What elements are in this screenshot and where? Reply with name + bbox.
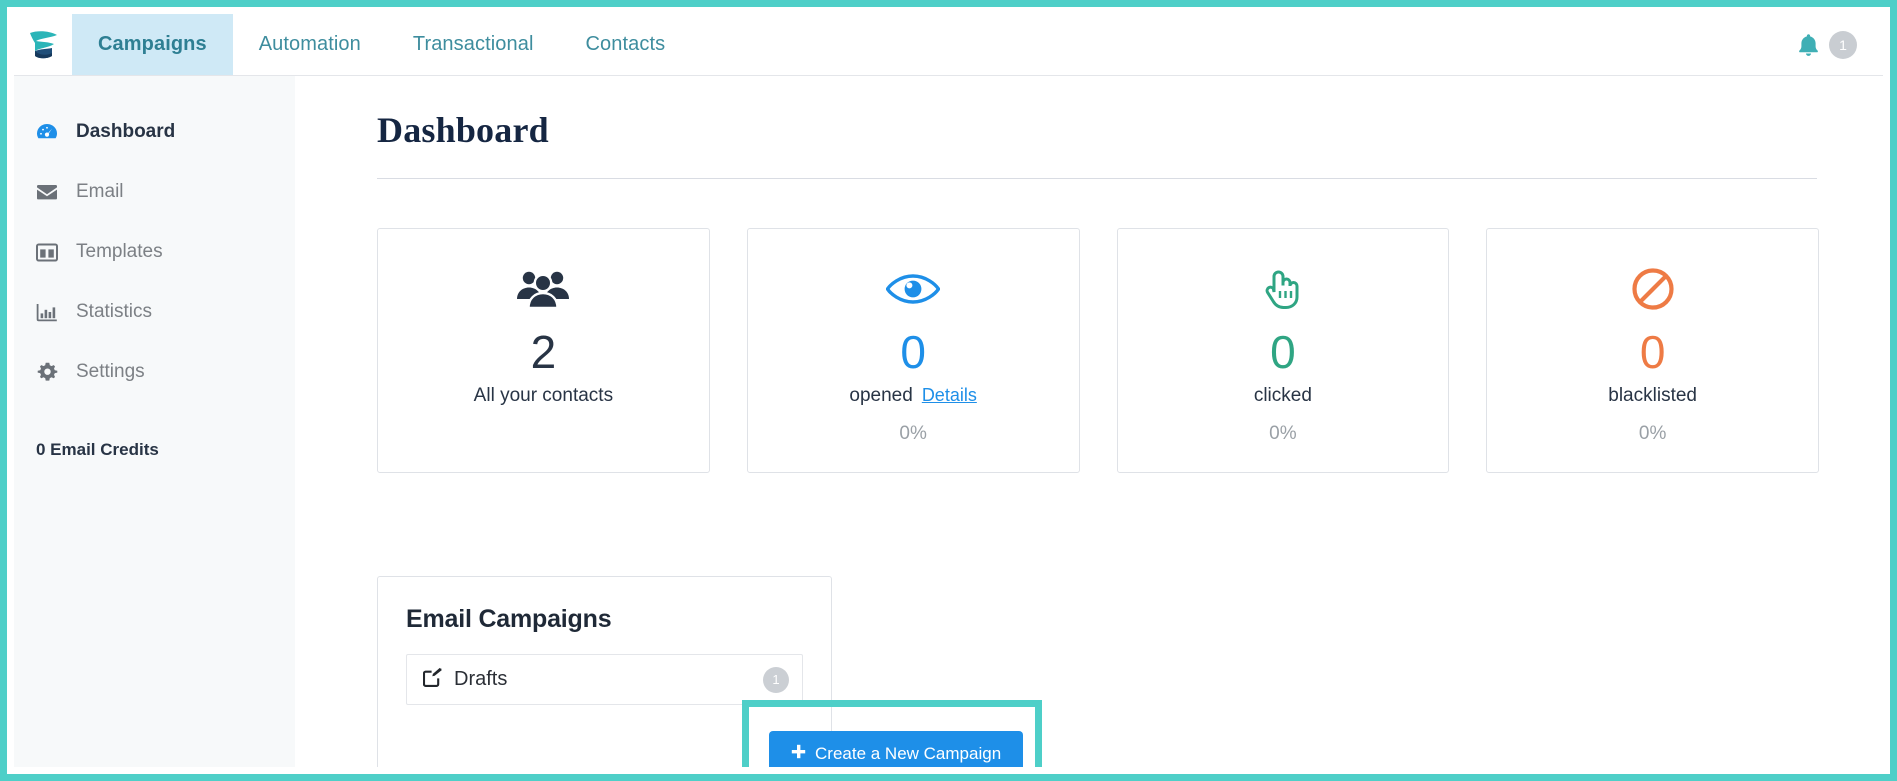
- nav-tab-campaigns-label: Campaigns: [98, 33, 207, 55]
- sidebar: Dashboard Email Templates Statistics Set…: [14, 76, 295, 767]
- main-content: Dashboard 2 All your contacts 0 opened D…: [295, 76, 1883, 767]
- nav-tab-transactional[interactable]: Transactional: [387, 14, 560, 75]
- stat-value-blacklisted: 0: [1639, 326, 1666, 378]
- opened-details-link[interactable]: Details: [922, 385, 977, 406]
- stat-card-clicked[interactable]: 0 clicked 0%: [1116, 228, 1450, 473]
- sendinblue-logo-icon[interactable]: [14, 14, 72, 75]
- stat-label-clicked: clicked: [1253, 385, 1312, 406]
- stat-card-blacklisted[interactable]: 0 blacklisted 0%: [1486, 228, 1819, 473]
- sidebar-item-email-label: Email: [76, 181, 124, 202]
- stat-value-clicked: 0: [1270, 326, 1296, 378]
- columns-icon: [36, 243, 58, 262]
- page-frame: Campaigns Automation Transactional Conta…: [0, 0, 1897, 781]
- stat-percent-blacklisted: 0%: [1638, 423, 1667, 444]
- stat-percent-clicked: 0%: [1269, 423, 1297, 444]
- create-new-campaign-button[interactable]: Create a New Campaign: [769, 731, 1024, 767]
- gear-icon: [36, 362, 58, 383]
- email-credits-label: 0 Email Credits: [36, 440, 159, 459]
- stat-label-blacklisted-row: blacklisted: [1608, 385, 1697, 407]
- sidebar-item-email[interactable]: Email: [14, 162, 295, 222]
- sidebar-item-dashboard[interactable]: Dashboard: [14, 102, 295, 162]
- edit-square-icon: [422, 667, 443, 692]
- stat-label-opened-row: opened Details: [849, 385, 976, 407]
- sidebar-item-dashboard-label: Dashboard: [76, 121, 176, 142]
- tachometer-icon: [36, 122, 58, 142]
- sidebar-item-statistics-label: Statistics: [76, 301, 153, 322]
- nav-tab-automation-label: Automation: [258, 33, 361, 55]
- nav-tabs: Campaigns Automation Transactional Conta…: [72, 14, 1798, 75]
- stat-label-contacts-row: All your contacts: [474, 385, 613, 407]
- bell-icon[interactable]: [1798, 33, 1819, 56]
- nav-tab-contacts[interactable]: Contacts: [560, 14, 692, 75]
- plus-icon: [791, 744, 806, 764]
- sidebar-item-statistics[interactable]: Statistics: [14, 282, 295, 342]
- sidebar-item-templates[interactable]: Templates: [14, 222, 295, 282]
- stat-percent-opened: 0%: [899, 423, 927, 444]
- drafts-row[interactable]: Drafts 1: [406, 654, 803, 705]
- nav-tab-contacts-label: Contacts: [585, 33, 666, 55]
- create-new-campaign-label: Create a New Campaign: [815, 744, 1002, 763]
- stat-value-opened: 0: [900, 326, 926, 378]
- top-navigation-bar: Campaigns Automation Transactional Conta…: [14, 14, 1883, 76]
- stat-cards-row: 2 All your contacts 0 opened Details 0% …: [377, 228, 1819, 473]
- envelope-icon: [36, 184, 58, 201]
- stat-label-contacts: All your contacts: [473, 385, 614, 406]
- sidebar-item-templates-label: Templates: [76, 241, 163, 262]
- stat-card-opened[interactable]: 0 opened Details 0%: [746, 228, 1080, 473]
- drafts-label: Drafts: [454, 668, 508, 690]
- nav-tab-automation[interactable]: Automation: [233, 14, 387, 75]
- title-divider: [377, 178, 1817, 179]
- ban-icon: [1631, 261, 1675, 317]
- stat-label-opened: opened: [849, 385, 913, 406]
- stat-label-clicked-row: clicked: [1254, 385, 1312, 407]
- bar-chart-icon: [36, 303, 58, 322]
- pointing-hand-icon: [1260, 261, 1306, 317]
- email-campaigns-title: Email Campaigns: [406, 605, 612, 633]
- email-campaigns-panel: Email Campaigns Drafts 1: [377, 576, 832, 767]
- sidebar-item-settings[interactable]: Settings: [14, 342, 295, 402]
- users-group-icon: [516, 261, 570, 317]
- stat-card-contacts[interactable]: 2 All your contacts: [377, 228, 710, 473]
- eye-icon: [886, 261, 941, 317]
- drafts-count-badge: 1: [763, 666, 789, 693]
- notification-count-badge[interactable]: 1: [1829, 30, 1857, 59]
- page-title: Dashboard: [377, 110, 549, 150]
- stat-label-blacklisted: blacklisted: [1608, 385, 1697, 406]
- nav-right-actions: 1: [1798, 14, 1883, 75]
- stat-value-contacts: 2: [530, 326, 557, 378]
- sidebar-item-settings-label: Settings: [76, 361, 145, 382]
- nav-tab-campaigns[interactable]: Campaigns: [72, 14, 233, 75]
- nav-tab-transactional-label: Transactional: [412, 33, 534, 55]
